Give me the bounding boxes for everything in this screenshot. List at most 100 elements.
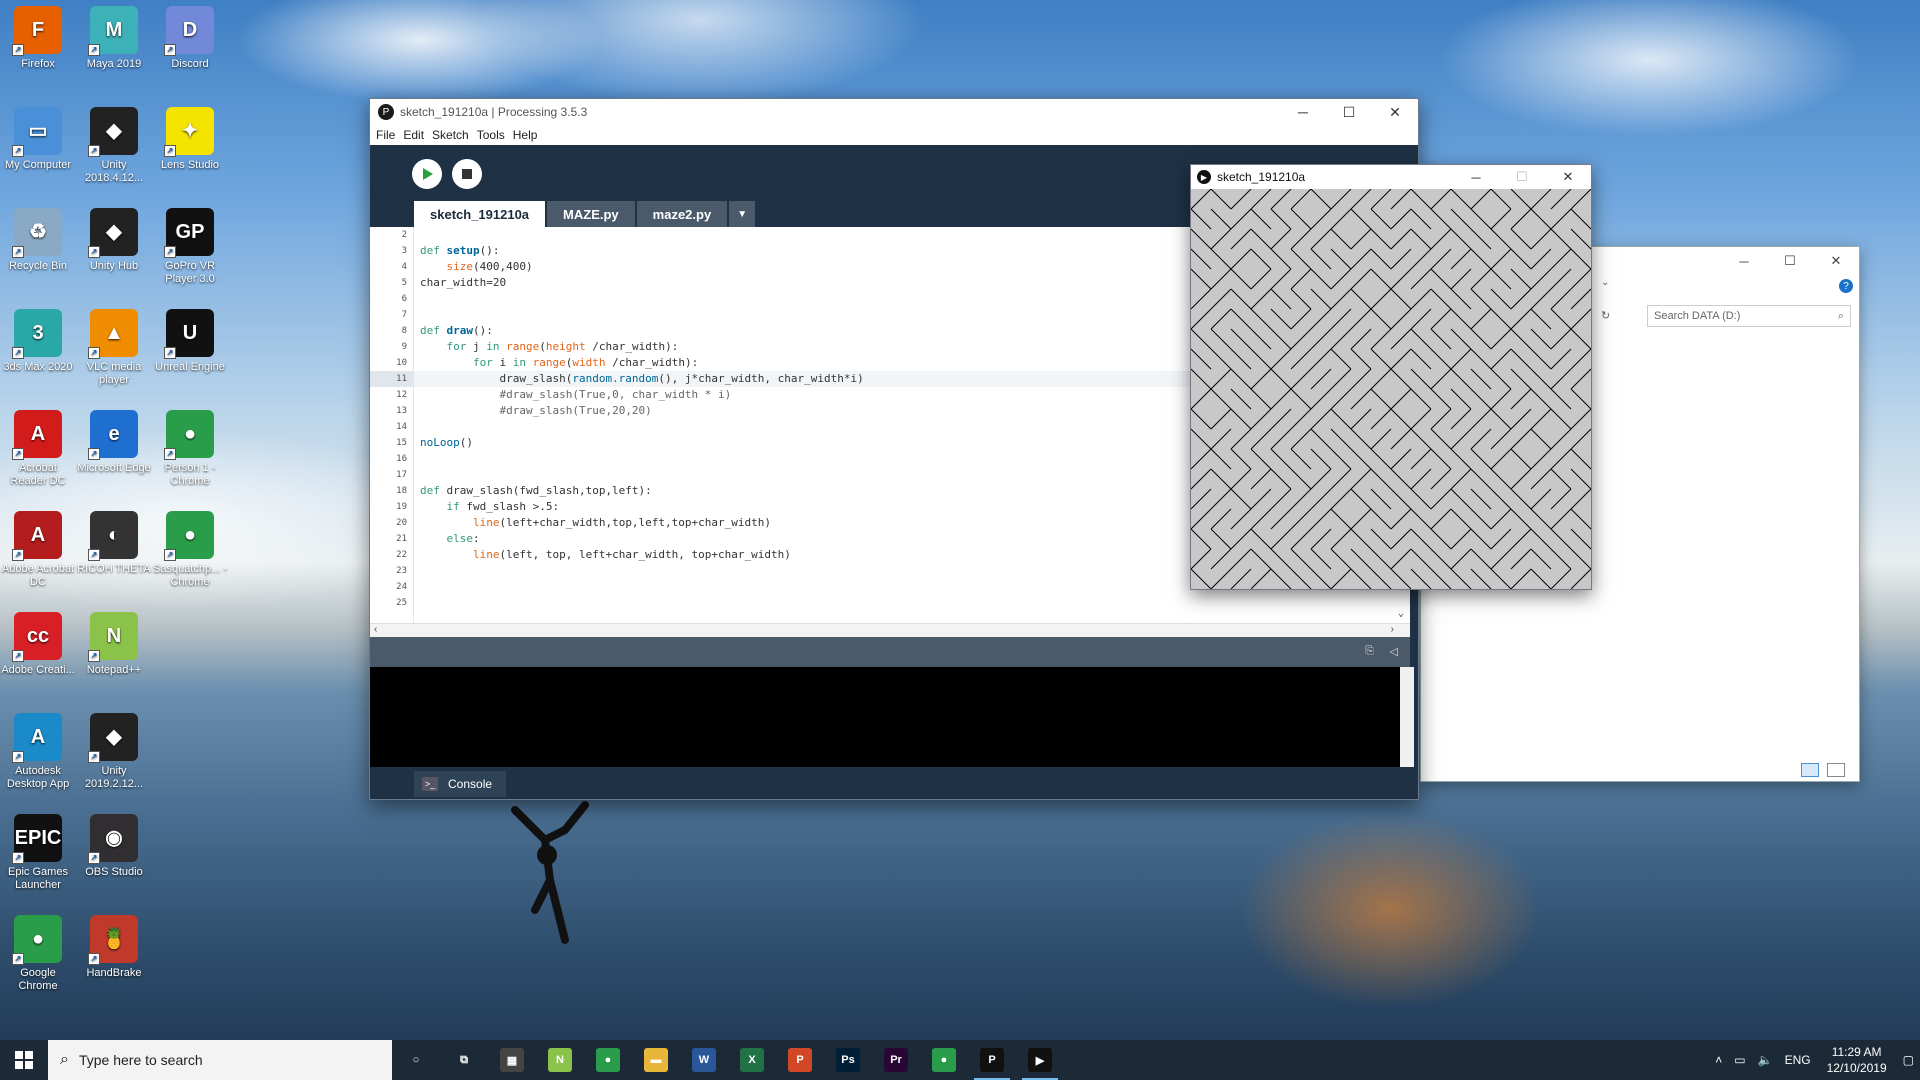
- console-output[interactable]: [370, 667, 1400, 767]
- shortcut-arrow-icon: ↗: [88, 44, 100, 56]
- desktop-shortcut[interactable]: ✦ ↗ Lens Studio: [152, 107, 228, 172]
- taskbar-app-button[interactable]: Pr: [872, 1040, 920, 1080]
- details-view-icon[interactable]: [1801, 763, 1819, 777]
- close-icon[interactable]: ✕: [1813, 247, 1859, 275]
- desktop-shortcut[interactable]: D ↗ Discord: [152, 6, 228, 71]
- taskbar-app-button[interactable]: Ps: [824, 1040, 872, 1080]
- desktop-shortcut[interactable]: A ↗ Autodesk Desktop App: [0, 713, 76, 791]
- desktop-shortcut[interactable]: A ↗ Adobe Acrobat DC: [0, 511, 76, 589]
- stop-button[interactable]: [452, 159, 482, 189]
- console-scrollbar[interactable]: [1400, 667, 1414, 767]
- explorer-search-input[interactable]: Search DATA (D:) ⌕: [1647, 305, 1851, 327]
- desktop-shortcut[interactable]: ◉ ↗ OBS Studio: [76, 814, 152, 879]
- taskbar-app-button[interactable]: ▦: [488, 1040, 536, 1080]
- taskbar-app-button[interactable]: P: [968, 1040, 1016, 1080]
- menu-sketch[interactable]: Sketch: [430, 128, 475, 142]
- taskbar-app-button[interactable]: ●: [584, 1040, 632, 1080]
- desktop-shortcut[interactable]: GP ↗ GoPro VR Player 3.0: [152, 208, 228, 286]
- maximize-icon[interactable]: ☐: [1767, 247, 1813, 275]
- taskbar-app-button[interactable]: W: [680, 1040, 728, 1080]
- chevron-down-icon[interactable]: ⌄: [1601, 277, 1609, 288]
- menu-tools[interactable]: Tools: [475, 128, 511, 142]
- menu-edit[interactable]: Edit: [401, 128, 430, 142]
- shortcut-arrow-icon: ↗: [88, 448, 100, 460]
- taskbar-app-button[interactable]: X: [728, 1040, 776, 1080]
- desktop-shortcut[interactable]: e ↗ Microsoft Edge: [76, 410, 152, 475]
- desktop-shortcut[interactable]: M ↗ Maya 2019: [76, 6, 152, 71]
- taskbar-app-button[interactable]: ▬: [632, 1040, 680, 1080]
- desktop-shortcut[interactable]: F ↗ Firefox: [0, 6, 76, 71]
- scroll-down-icon[interactable]: ⌄: [1398, 608, 1404, 619]
- volume-muted-icon[interactable]: 🔈: [1752, 1053, 1779, 1067]
- close-icon[interactable]: ✕: [1545, 165, 1591, 189]
- desktop-shortcut[interactable]: ● ↗ Person 1 - Chrome: [152, 410, 228, 488]
- show-hidden-icons-icon[interactable]: ˄: [1709, 1053, 1728, 1067]
- console-tab-label: Console: [448, 777, 493, 791]
- desktop-shortcut[interactable]: EPIC ↗ Epic Games Launcher: [0, 814, 76, 892]
- desktop-shortcut[interactable]: A ↗ Acrobat Reader DC: [0, 410, 76, 488]
- taskbar-app-button[interactable]: ●: [920, 1040, 968, 1080]
- menu-help[interactable]: Help: [511, 128, 544, 142]
- desktop-shortcut[interactable]: ◆ ↗ Unity 2018.4.12...: [76, 107, 152, 185]
- scroll-right-icon[interactable]: ›: [1391, 624, 1394, 635]
- shortcut-arrow-icon: ↗: [12, 347, 24, 359]
- sketch-tabs: sketch_191210a MAZE.py maze2.py ▼: [414, 201, 757, 227]
- desktop-shortcut[interactable]: ♻ ↗ Recycle Bin: [0, 208, 76, 273]
- minimize-icon[interactable]: ─: [1453, 165, 1499, 189]
- console-tab[interactable]: >_ Console: [414, 771, 507, 797]
- sketch-title-bar[interactable]: ▶ sketch_191210a ─ ☐ ✕: [1191, 165, 1591, 189]
- powerpoint-icon: P: [788, 1048, 812, 1072]
- desktop-shortcut[interactable]: cc ↗ Adobe Creati...: [0, 612, 76, 677]
- copy-icon[interactable]: ⎘: [1365, 645, 1374, 658]
- help-icon[interactable]: ?: [1839, 279, 1853, 293]
- tab-sketch-191210a[interactable]: sketch_191210a: [414, 201, 546, 227]
- desktop-shortcut[interactable]: ▭ ↗ My Computer: [0, 107, 76, 172]
- desktop-shortcut[interactable]: U ↗ Unreal Engine: [152, 309, 228, 374]
- collapse-console-icon[interactable]: ◁: [1390, 645, 1398, 658]
- run-button[interactable]: [412, 159, 442, 189]
- taskbar-app-button[interactable]: ▶: [1016, 1040, 1064, 1080]
- taskbar-app-button[interactable]: ○: [392, 1040, 440, 1080]
- menu-file[interactable]: File: [374, 128, 401, 142]
- minimize-icon[interactable]: ─: [1721, 247, 1767, 275]
- horizontal-scrollbar[interactable]: ‹ ›: [370, 623, 1410, 637]
- taskbar-app-button[interactable]: ⧉: [440, 1040, 488, 1080]
- start-button[interactable]: [0, 1040, 48, 1080]
- desktop-shortcut[interactable]: N ↗ Notepad++: [76, 612, 152, 677]
- minimize-icon[interactable]: ─: [1280, 99, 1326, 125]
- taskbar-app-list: ○ ⧉ ▦ N ● ▬ W X P Ps Pr ● P ▶: [392, 1040, 1064, 1080]
- notifications-icon[interactable]: ▢: [1897, 1053, 1920, 1067]
- network-icon[interactable]: ▭: [1728, 1053, 1751, 1067]
- desktop-shortcut-label: My Computer: [4, 159, 72, 171]
- shortcut-arrow-icon: ↗: [12, 852, 24, 864]
- tab-maze2-py[interactable]: maze2.py: [636, 201, 728, 227]
- taskbar-app-button[interactable]: P: [776, 1040, 824, 1080]
- tab-menu-dropdown[interactable]: ▼: [729, 201, 756, 227]
- desktop-shortcut[interactable]: ◆ ↗ Unity Hub: [76, 208, 152, 273]
- desktop-shortcut[interactable]: ● ↗ Google Chrome: [0, 915, 76, 993]
- desktop-shortcut[interactable]: ◆ ↗ Unity 2019.2.12...: [76, 713, 152, 791]
- desktop-shortcut[interactable]: 🍍 ↗ HandBrake: [76, 915, 152, 980]
- processing-title-bar[interactable]: P sketch_191210a | Processing 3.5.3 ─ ☐ …: [370, 99, 1418, 125]
- stop-icon: [462, 169, 472, 179]
- desktop-shortcut-label: Unity 2019.2.12...: [84, 765, 144, 790]
- maximize-icon[interactable]: ☐: [1326, 99, 1372, 125]
- maximize-icon[interactable]: ☐: [1499, 165, 1545, 189]
- tab-maze-py[interactable]: MAZE.py: [547, 201, 635, 227]
- clock[interactable]: 11:29 AM 12/10/2019: [1817, 1044, 1897, 1076]
- processing-taskbar-icon: P: [980, 1048, 1004, 1072]
- desktop-shortcut[interactable]: 3 ↗ 3ds Max 2020: [0, 309, 76, 374]
- taskbar-app-button[interactable]: N: [536, 1040, 584, 1080]
- refresh-icon[interactable]: ↻: [1601, 309, 1610, 322]
- desktop-shortcut[interactable]: ▲ ↗ VLC media player: [76, 309, 152, 387]
- close-icon[interactable]: ✕: [1372, 99, 1418, 125]
- language-indicator[interactable]: ENG: [1779, 1053, 1817, 1067]
- large-icons-view-icon[interactable]: [1827, 763, 1845, 777]
- desktop-shortcut[interactable]: ◐ ↗ RICOH THETA: [76, 511, 152, 576]
- clock-date: 12/10/2019: [1826, 1061, 1887, 1075]
- desktop-shortcut[interactable]: ● ↗ Sasquatchp... - Chrome: [152, 511, 228, 589]
- scroll-left-icon[interactable]: ‹: [374, 624, 377, 635]
- line-number: 24: [396, 582, 407, 592]
- taskbar-search-input[interactable]: ⌕ Type here to search: [48, 1040, 392, 1080]
- sketch-output-window[interactable]: ▶ sketch_191210a ─ ☐ ✕: [1190, 164, 1592, 590]
